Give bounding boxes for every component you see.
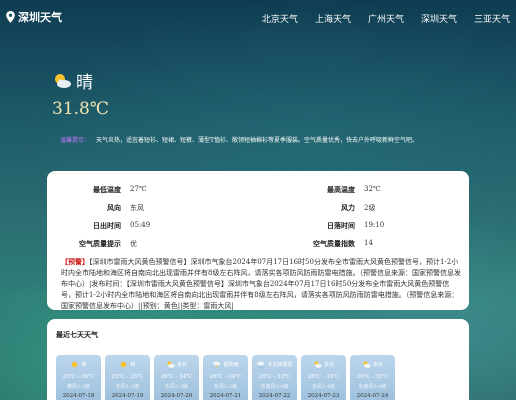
forecast-condition: 多云: [372, 361, 383, 368]
forecast-day[interactable]: 多云 26℃ - 33℃ 东南风3-4级 2024-07-24: [350, 355, 395, 400]
weather-alert: 【预警】【深圳市雷雨大风黄色预警信号】深圳市气象台2024年07月17日16时5…: [61, 256, 461, 312]
cloud-rain-icon: [257, 361, 265, 368]
detail-row: 日落时间 19:10: [295, 221, 384, 231]
forecast-date: 2024-07-18: [62, 393, 95, 399]
forecast-condition: 多云: [176, 361, 187, 368]
detail-value: 19:10: [364, 221, 385, 229]
city-nav: 北京天气 上海天气 广州天气 深圳天气 三亚天气: [262, 12, 510, 25]
forecast-day[interactable]: 多云转雷阵 26℃ - 33℃ 东南风3-4级 2024-07-22: [252, 355, 297, 400]
forecast-day[interactable]: 多云 26℃ - 34℃ 东风2-3级 2024-07-20: [154, 355, 199, 400]
detail-row: 最高温度 32℃: [295, 185, 381, 195]
detail-key: 空气质量提示: [79, 239, 121, 248]
forecast-condition: 晴: [130, 361, 136, 368]
location-pin-icon: [6, 11, 15, 23]
nav-sanya-link[interactable]: 三亚天气: [474, 12, 510, 25]
detail-row: 空气质量指数 14: [295, 239, 373, 249]
current-weather: 晴 31.8℃: [52, 68, 109, 119]
detail-key: 最高温度: [327, 185, 355, 194]
forecast-wind: 东风3-4级: [311, 384, 336, 390]
details-card: 最低温度 27℃ 风向 东风 日出时间 05:49 空气质量提示 优 最高温度 …: [47, 171, 469, 310]
forecast-temp: 26℃ - 33℃: [258, 374, 291, 380]
detail-key: 日出时间: [93, 221, 121, 230]
forecast-date: 2024-07-21: [209, 393, 242, 399]
detail-value: 2级: [364, 204, 376, 212]
forecast-day[interactable]: 雷阵雨 26℃ - 34℃ 东风2-3级 2024-07-21: [203, 355, 248, 400]
forecast-condition: 雷阵雨: [223, 361, 239, 368]
forecast-condition: 晴: [81, 361, 87, 368]
forecast-temp: 26℃ - 34℃: [209, 374, 242, 380]
alert-text: 【深圳市雷雨大风黄色预警信号】深圳市气象台2024年07月17日16时50分发布…: [61, 258, 461, 310]
tip-text: 天气炎热，适宜着短衫、短裙、短裤、薄型T恤衫、敞领短袖棉衫等夏季服装。空气质量优…: [96, 137, 419, 144]
forecast-wind: 微风2-3级: [66, 384, 91, 390]
nav-shenzhen-link[interactable]: 深圳天气: [421, 12, 457, 25]
forecast-days: 晴 25℃ - 36℃ 微风2-3级 2024-07-18 晴 25℃ - 35…: [56, 355, 395, 400]
nav-beijing-link[interactable]: 北京天气: [262, 12, 298, 25]
sun-icon: [121, 361, 127, 367]
detail-key: 风向: [107, 203, 121, 212]
forecast-date: 2024-07-24: [356, 393, 389, 399]
forecast-wind: 东南风3-4级: [358, 384, 387, 390]
cloud-icon: [314, 361, 322, 368]
forecast-temp: 26℃ - 33℃: [307, 374, 340, 380]
detail-key: 最低温度: [93, 185, 121, 194]
forecast-day[interactable]: 多云 26℃ - 33℃ 东风3-4级 2024-07-23: [301, 355, 346, 400]
detail-value: 27℃: [130, 185, 147, 193]
week-forecast-card: 最近七天天气 晴 25℃ - 36℃ 微风2-3级 2024-07-18 晴 2…: [47, 319, 469, 400]
forecast-date: 2024-07-19: [111, 393, 144, 399]
forecast-date: 2024-07-23: [307, 393, 340, 399]
cloud-icon: [363, 361, 371, 368]
current-temperature: 31.8℃: [52, 99, 109, 119]
top-bar: 深圳天气 北京天气 上海天气 广州天气 深圳天气 三亚天气: [0, 0, 516, 36]
nav-guangzhou-link[interactable]: 广州天气: [368, 12, 404, 25]
detail-row: 最低温度 27℃: [61, 185, 147, 195]
forecast-date: 2024-07-20: [160, 393, 193, 399]
forecast-wind: 东风2-3级: [213, 384, 238, 390]
current-condition: 晴: [76, 73, 93, 93]
forecast-temp: 25℃ - 36℃: [62, 374, 95, 380]
detail-row: 风力 2级: [295, 203, 375, 213]
sun-cloud-icon: [55, 73, 71, 88]
forecast-wind: 东南风3-4级: [260, 384, 289, 390]
detail-key: 空气质量指数: [313, 239, 355, 248]
forecast-date: 2024-07-22: [258, 393, 291, 399]
forecast-temp: 25℃ - 35℃: [111, 374, 144, 380]
tip-label: 温馨提示：: [60, 137, 91, 144]
nav-shanghai-link[interactable]: 上海天气: [315, 12, 351, 25]
forecast-wind: 东风2-3级: [164, 384, 189, 390]
forecast-temp: 26℃ - 34℃: [160, 374, 193, 380]
detail-value: 32℃: [364, 185, 381, 193]
detail-key: 风力: [341, 203, 355, 212]
thunder-icon: [213, 361, 221, 368]
detail-value: 14: [364, 239, 373, 247]
weather-tip: 温馨提示： 天气炎热，适宜着短衫、短裙、短裤、薄型T恤衫、敞领短袖棉衫等夏季服装。…: [60, 135, 418, 144]
forecast-condition: 多云转雷阵: [267, 361, 293, 368]
week-forecast-title: 最近七天天气: [56, 330, 98, 339]
detail-value: 优: [130, 240, 137, 248]
sun-icon: [72, 361, 78, 367]
detail-value: 05:49: [130, 221, 151, 229]
forecast-day[interactable]: 晴 25℃ - 35℃ 东风1-2级 2024-07-19: [105, 355, 150, 400]
forecast-temp: 26℃ - 33℃: [356, 374, 389, 380]
city-brand[interactable]: 深圳天气: [6, 9, 62, 25]
detail-row: 风向 东风: [61, 203, 144, 213]
detail-row: 空气质量提示 优: [61, 239, 137, 249]
cloud-icon: [167, 361, 175, 368]
detail-value: 东风: [130, 204, 144, 212]
alert-tag: 【预警】: [61, 257, 89, 266]
forecast-wind: 东风1-2级: [115, 384, 140, 390]
forecast-day[interactable]: 晴 25℃ - 36℃ 微风2-3级 2024-07-18: [56, 355, 101, 400]
forecast-condition: 多云: [323, 361, 334, 368]
city-title: 深圳天气: [18, 11, 62, 24]
detail-row: 日出时间 05:49: [61, 221, 150, 231]
detail-key: 日落时间: [327, 221, 355, 230]
